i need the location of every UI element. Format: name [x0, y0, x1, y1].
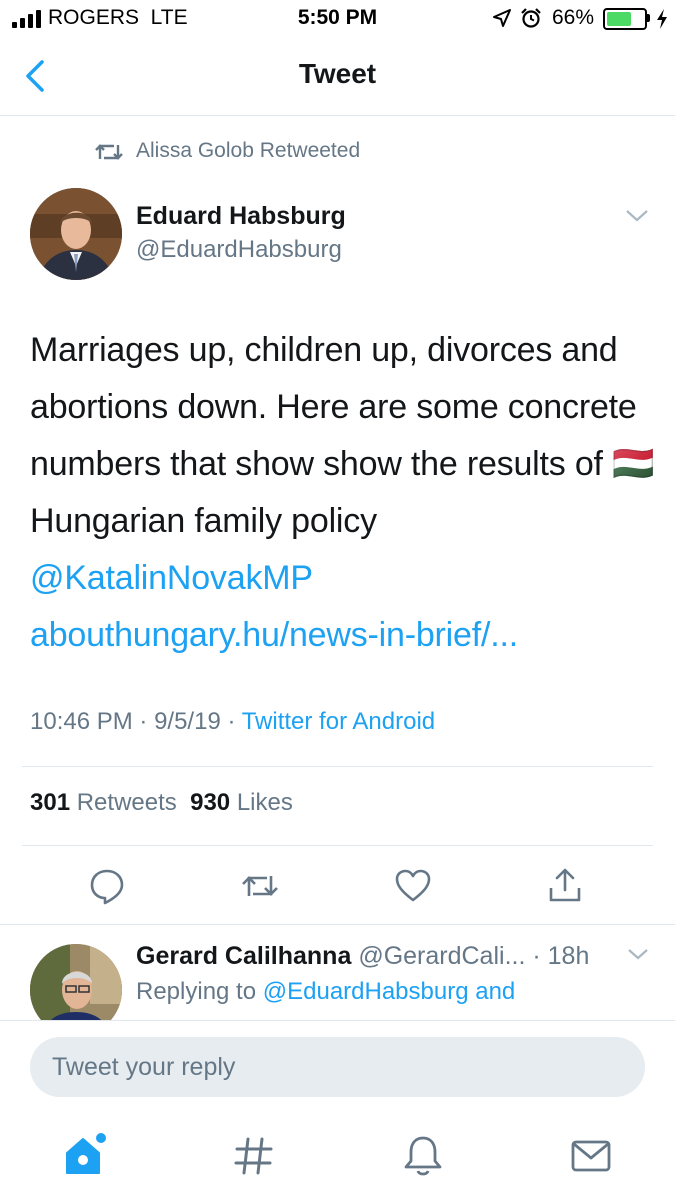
divider [22, 845, 653, 846]
tweet-text-main: Marriages up, children up, divorces and … [30, 331, 637, 483]
retweet-icon[interactable] [240, 866, 280, 906]
tweet-text: Marriages up, children up, divorces and … [30, 322, 660, 607]
author-avatar[interactable] [30, 188, 122, 280]
likes-label: Likes [236, 789, 293, 816]
nav-header: Tweet [0, 40, 675, 116]
author-name[interactable]: Eduard Habsburg [136, 202, 346, 231]
replying-to-link[interactable]: @EduardHabsburg and [263, 978, 516, 1005]
home-icon[interactable] [61, 1131, 111, 1181]
retweets-count: 301 [30, 789, 71, 816]
retweet-small-icon [95, 144, 123, 160]
chevron-down-icon[interactable] [626, 947, 650, 963]
chevron-down-icon[interactable] [624, 208, 650, 224]
messages-icon[interactable] [566, 1131, 616, 1181]
page-title: Tweet [298, 58, 377, 89]
divider [22, 766, 653, 767]
retweets-stat[interactable]: 301 Retweets [30, 789, 177, 816]
tweet-url-link[interactable]: abouthungary.hu/news-in-brief/... [30, 616, 518, 655]
alarm-icon [521, 8, 541, 28]
tweet-meta: 10:46 PM · 9/5/19 · Twitter for Android [30, 708, 436, 735]
reply-age: · 18h [532, 942, 590, 970]
author-handle[interactable]: @EduardHabsburg [136, 236, 342, 264]
tweet-stats: 301 Retweets 930 Likes [30, 789, 293, 817]
battery-percent: 66% [552, 6, 595, 29]
reply-author-name[interactable]: Gerard Calilhanna [136, 942, 351, 970]
like-icon[interactable] [393, 866, 433, 906]
reply-input[interactable] [30, 1037, 645, 1097]
notifications-icon[interactable] [398, 1131, 448, 1181]
status-bar: ROGERS LTE 5:50 PM 66% [0, 0, 675, 40]
battery-fill [607, 12, 631, 26]
retweets-label: Retweets [76, 789, 177, 816]
likes-stat[interactable]: 930 Likes [190, 789, 293, 816]
retweeted-by-label[interactable]: Alissa Golob Retweeted [136, 139, 360, 163]
reply-icon[interactable] [87, 866, 127, 906]
explore-icon[interactable] [229, 1131, 279, 1181]
replying-prefix: Replying to [136, 978, 257, 1005]
charging-icon [657, 9, 667, 29]
battery-cap [647, 14, 650, 22]
tweet-source-link[interactable]: Twitter for Android [242, 708, 435, 735]
battery-icon [603, 8, 647, 30]
reply-header: Gerard Calilhanna @GerardCali... · 18h [136, 942, 589, 971]
divider [0, 924, 675, 925]
likes-count: 930 [190, 789, 231, 816]
location-icon [493, 9, 511, 27]
tweet-text-tail: Hungarian family policy [30, 502, 377, 540]
reply-context: Replying to @EduardHabsburg and [136, 978, 515, 1006]
mention-link[interactable]: @KatalinNovakMP [30, 559, 313, 597]
bottom-panel [0, 1020, 675, 1201]
reply-author-handle[interactable]: @GerardCali... [358, 942, 525, 970]
tweet-date: 9/5/19 [154, 708, 221, 735]
tweet-time: 10:46 PM [30, 708, 133, 735]
share-icon[interactable] [545, 866, 585, 906]
flag-hungary: 🇭🇺 [612, 445, 655, 483]
